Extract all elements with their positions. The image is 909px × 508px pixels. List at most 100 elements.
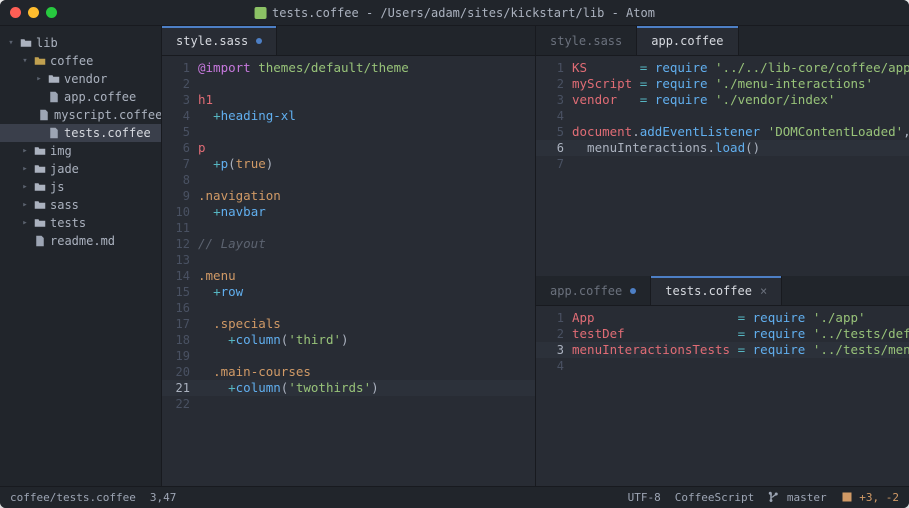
code-line[interactable] xyxy=(198,396,535,412)
chevron-icon: ▾ xyxy=(20,56,30,66)
chevron-icon: ▸ xyxy=(34,74,44,84)
code-line[interactable]: menuInteractionsTests = require '../test… xyxy=(572,342,909,358)
titlebar[interactable]: tests.coffee - /Users/adam/sites/kicksta… xyxy=(0,0,909,26)
panes: style.sass 12345678910111213141516171819… xyxy=(162,26,909,486)
code-line[interactable] xyxy=(198,124,535,140)
code-line[interactable]: testDef = require '../tests/default' xyxy=(572,326,909,342)
code-line[interactable]: h1 xyxy=(198,92,535,108)
minimize-icon[interactable] xyxy=(28,7,39,18)
code-line[interactable]: +column('third') xyxy=(198,332,535,348)
diff-icon xyxy=(841,491,853,503)
folder-icon xyxy=(34,162,46,176)
folder-icon xyxy=(34,198,46,212)
folder-icon xyxy=(34,180,46,194)
code-line[interactable] xyxy=(572,108,909,124)
code-line[interactable]: myScript = require './menu-interactions' xyxy=(572,76,909,92)
code-line[interactable]: App = require './app' xyxy=(572,310,909,326)
tab-label: style.sass xyxy=(550,34,622,48)
tab-label: app.coffee xyxy=(651,34,723,48)
chevron-icon: ▸ xyxy=(20,164,30,174)
code-line[interactable]: +navbar xyxy=(198,204,535,220)
code-line[interactable]: .main-courses xyxy=(198,364,535,380)
code-line[interactable] xyxy=(572,358,909,374)
code-line[interactable] xyxy=(198,76,535,92)
tab-tests-coffee[interactable]: tests.coffee × xyxy=(651,276,782,305)
tab-app-coffee[interactable]: app.coffee xyxy=(637,26,738,55)
close-icon[interactable]: × xyxy=(760,284,767,298)
code-line[interactable] xyxy=(198,252,535,268)
tree-item-jade[interactable]: ▸jade xyxy=(0,160,161,178)
tab-label: style.sass xyxy=(176,34,248,48)
editor-right-bottom[interactable]: 1234 App = require './app'testDef = requ… xyxy=(536,306,909,486)
code-line[interactable]: +row xyxy=(198,284,535,300)
code-line[interactable]: vendor = require './vendor/index' xyxy=(572,92,909,108)
editor-right-top[interactable]: 1234567 KS = require '../../lib-core/cof… xyxy=(536,56,909,276)
status-branch[interactable]: master xyxy=(768,491,826,504)
tree-item-sass[interactable]: ▸sass xyxy=(0,196,161,214)
status-cursor[interactable]: 3,47 xyxy=(150,491,177,504)
tree-item-vendor[interactable]: ▸vendor xyxy=(0,70,161,88)
code-line[interactable] xyxy=(572,156,909,172)
code-line[interactable]: .menu xyxy=(198,268,535,284)
tree-label: img xyxy=(50,144,72,158)
code-line[interactable]: // Layout xyxy=(198,236,535,252)
code-line[interactable] xyxy=(198,172,535,188)
tab-label: app.coffee xyxy=(550,284,622,298)
code-line[interactable] xyxy=(198,300,535,316)
tree-label: readme.md xyxy=(50,234,115,248)
git-branch-icon xyxy=(768,491,780,503)
file-icon xyxy=(38,108,50,122)
status-git-diff[interactable]: +3, -2 xyxy=(841,491,899,504)
tab-app-coffee[interactable]: app.coffee xyxy=(536,276,651,305)
workspace: ▾lib▾coffee▸vendorapp.coffeemyscript.cof… xyxy=(0,26,909,486)
close-icon[interactable] xyxy=(10,7,21,18)
pane-left: style.sass 12345678910111213141516171819… xyxy=(162,26,536,486)
status-file-path[interactable]: coffee/tests.coffee xyxy=(10,491,136,504)
tree-item-app-coffee[interactable]: app.coffee xyxy=(0,88,161,106)
code-line[interactable]: +p(true) xyxy=(198,156,535,172)
tab-label: tests.coffee xyxy=(665,284,752,298)
tab-bar-right-top[interactable]: style.sass app.coffee xyxy=(536,26,909,56)
tab-style-sass[interactable]: style.sass xyxy=(162,26,277,55)
tree-item-coffee[interactable]: ▾coffee xyxy=(0,52,161,70)
folder-icon xyxy=(48,72,60,86)
code[interactable]: KS = require '../../lib-core/coffee/app'… xyxy=(572,56,909,276)
folder-icon xyxy=(34,216,46,230)
tree-item-img[interactable]: ▸ img xyxy=(0,142,161,160)
code-line[interactable]: KS = require '../../lib-core/coffee/app' xyxy=(572,60,909,76)
code-line[interactable]: .specials xyxy=(198,316,535,332)
code-line[interactable]: p xyxy=(198,140,535,156)
tree-item-lib[interactable]: ▾lib xyxy=(0,34,161,52)
code-line[interactable]: @import themes/default/theme xyxy=(198,60,535,76)
tree-item-readme-md[interactable]: readme.md xyxy=(0,232,161,250)
tree-label: sass xyxy=(50,198,79,212)
chevron-icon: ▸ xyxy=(20,146,30,156)
tree-label: tests xyxy=(50,216,86,230)
code[interactable]: App = require './app'testDef = require '… xyxy=(572,306,909,486)
status-grammar[interactable]: CoffeeScript xyxy=(675,491,754,504)
tree-item-js[interactable]: ▸js xyxy=(0,178,161,196)
editor-window: tests.coffee - /Users/adam/sites/kicksta… xyxy=(0,0,909,508)
code-line[interactable]: menuInteractions.load() xyxy=(572,140,909,156)
maximize-icon[interactable] xyxy=(46,7,57,18)
tab-bar-left[interactable]: style.sass xyxy=(162,26,535,56)
code-line[interactable]: .navigation xyxy=(198,188,535,204)
tree-view[interactable]: ▾lib▾coffee▸vendorapp.coffeemyscript.cof… xyxy=(0,26,162,486)
tree-item-tests-coffee[interactable]: tests.coffee xyxy=(0,124,161,142)
code-line[interactable] xyxy=(198,220,535,236)
gutter: 1234 xyxy=(536,306,572,486)
branch-name: master xyxy=(787,491,827,504)
status-encoding[interactable]: UTF-8 xyxy=(628,491,661,504)
tab-bar-right-bottom[interactable]: app.coffee tests.coffee × xyxy=(536,276,909,306)
code-line[interactable]: +column('twothirds') xyxy=(198,380,535,396)
code-line[interactable] xyxy=(198,348,535,364)
editor-left[interactable]: 12345678910111213141516171819202122 @imp… xyxy=(162,56,535,486)
tab-style-sass[interactable]: style.sass xyxy=(536,26,637,55)
code-line[interactable]: document.addEventListener 'DOMContentLoa… xyxy=(572,124,909,140)
file-icon xyxy=(48,126,60,140)
code-line[interactable]: +heading-xl xyxy=(198,108,535,124)
code[interactable]: @import themes/default/theme h1 +heading… xyxy=(198,56,535,486)
modified-indicator-icon xyxy=(256,38,262,44)
tree-item-tests[interactable]: ▸tests xyxy=(0,214,161,232)
tree-item-myscript-coffee[interactable]: myscript.coffee xyxy=(0,106,161,124)
